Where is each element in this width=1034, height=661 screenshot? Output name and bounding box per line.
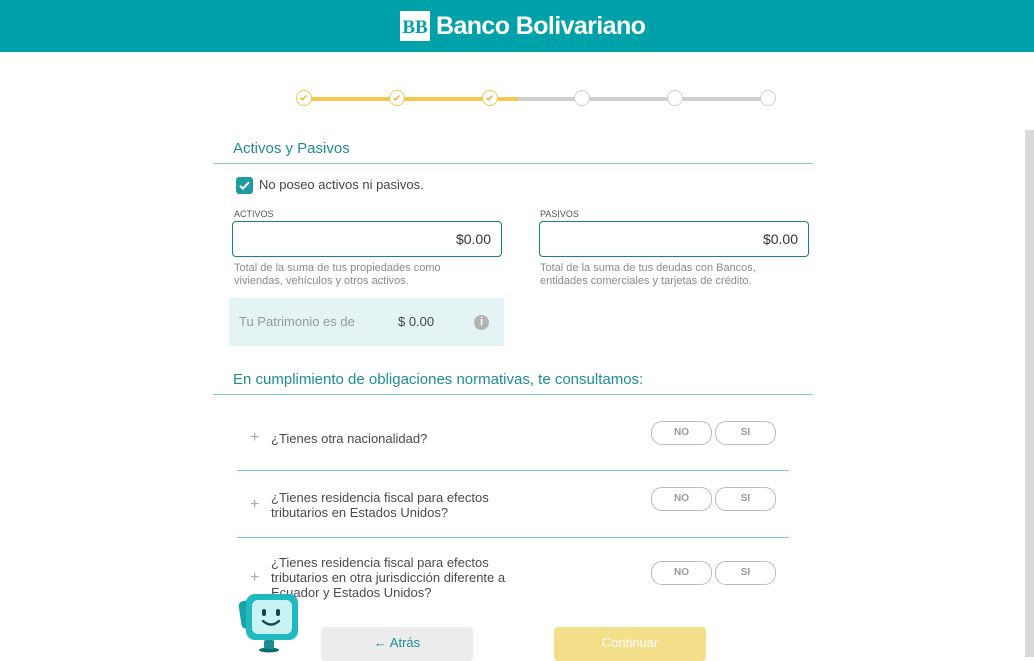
question-nationality: ¿Tienes otra nacionalidad?: [271, 431, 428, 446]
section-divider: [213, 163, 813, 164]
step-3-done: [482, 90, 498, 106]
activos-label: ACTIVOS: [234, 209, 274, 219]
bb-logo-icon: BB: [400, 11, 430, 41]
check-icon: [393, 95, 400, 101]
no-assets-checkbox-label[interactable]: No poseo activos ni pasivos.: [259, 177, 424, 192]
activos-help: Total de la suma de tus propiedades como…: [234, 262, 441, 287]
top-bar: BB Banco Bolivariano: [0, 0, 1034, 52]
expand-plus-icon[interactable]: +: [250, 429, 259, 447]
arrow-left-icon: ←: [373, 635, 387, 650]
pasivos-label: PASIVOS: [540, 209, 579, 219]
expand-plus-icon[interactable]: +: [250, 569, 259, 587]
question-us-tax-residence: ¿Tienes residencia fiscal para efectos t…: [271, 490, 489, 520]
step-2-done: [389, 90, 405, 106]
patrimonio-box: Tu Patrimonio es de $ 0.00 i: [229, 298, 504, 346]
other-tax-yes-button[interactable]: SI: [715, 561, 776, 585]
pasivos-help: Total de la suma de tus deudas con Banco…: [540, 262, 756, 287]
svg-text:BB: BB: [402, 17, 428, 38]
checkmark-icon: [239, 181, 250, 191]
expand-plus-icon[interactable]: +: [250, 496, 259, 514]
patrimonio-label: Tu Patrimonio es de: [239, 314, 355, 329]
step-1-done: [296, 90, 312, 106]
brand[interactable]: BB Banco Bolivariano: [400, 10, 646, 42]
nationality-no-button[interactable]: NO: [651, 421, 712, 445]
question-divider: [237, 470, 789, 471]
step-5: [667, 90, 683, 106]
assets-section-title: Activos y Pasivos: [233, 140, 350, 157]
info-icon[interactable]: i: [474, 315, 489, 330]
patrimonio-value: $ 0.00: [398, 314, 435, 329]
us-tax-yes-button[interactable]: SI: [715, 487, 776, 511]
step-4: [574, 90, 590, 106]
us-tax-no-button[interactable]: NO: [651, 487, 712, 511]
check-icon: [300, 95, 307, 101]
nationality-yes-button[interactable]: SI: [715, 421, 776, 445]
pasivos-input[interactable]: $0.00: [539, 221, 809, 257]
back-button-label: Atrás: [389, 635, 421, 650]
no-assets-checkbox[interactable]: [236, 177, 253, 194]
activos-input[interactable]: $0.00: [232, 221, 502, 257]
question-other-tax-residence: ¿Tienes residencia fiscal para efectos t…: [271, 555, 506, 600]
chat-assistant-icon[interactable]: [238, 592, 304, 654]
stepper-track-pending: [518, 97, 768, 101]
step-6: [760, 90, 776, 106]
other-tax-no-button[interactable]: NO: [651, 561, 712, 585]
scrollbar[interactable]: [1025, 130, 1034, 657]
section-divider: [213, 394, 813, 395]
compliance-section-title: En cumplimiento de obligaciones normativ…: [233, 371, 644, 388]
back-button[interactable]: ← Atrás: [321, 627, 473, 661]
continue-button[interactable]: Continuar: [554, 627, 706, 661]
check-icon: [486, 95, 493, 101]
brand-name: Banco Bolivariano: [436, 11, 646, 40]
question-divider: [237, 537, 789, 538]
